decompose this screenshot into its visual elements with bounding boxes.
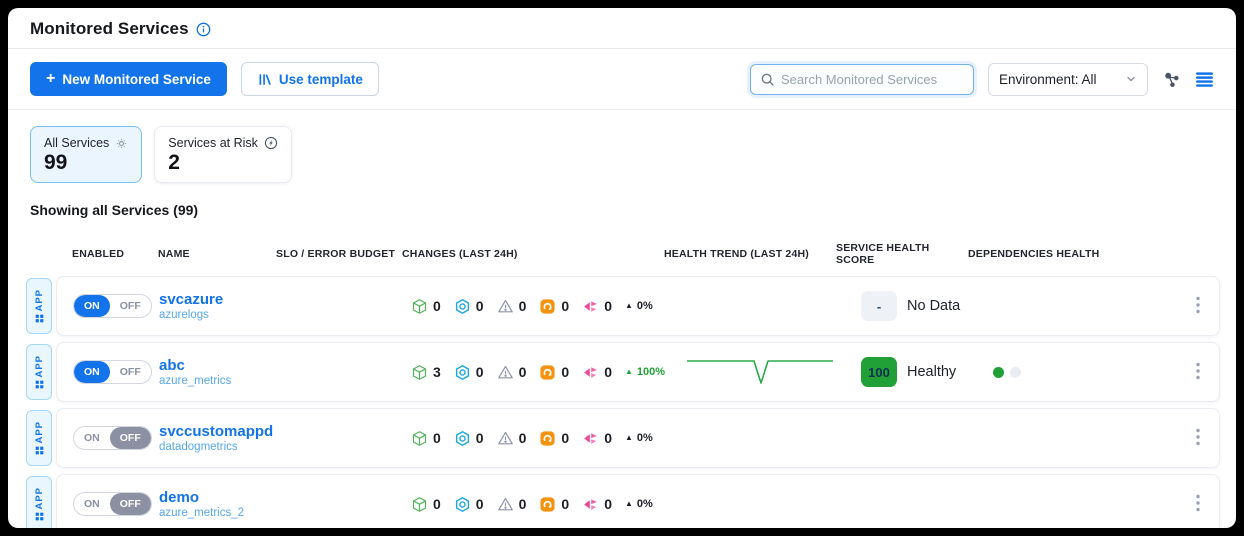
list-view-icon[interactable] <box>1195 71 1214 88</box>
table-row: APP ONOFF demoazure_metrics_2 0 0 0 0 0 … <box>26 474 1220 528</box>
health-trend-sparkline <box>685 353 835 387</box>
change-percentage: ▲0% <box>625 300 653 312</box>
incident-icon <box>582 430 599 447</box>
enabled-toggle[interactable]: ONOFF <box>73 492 152 516</box>
change-percentage: ▲0% <box>625 498 653 510</box>
alert-warning-icon <box>497 364 514 381</box>
use-template-button[interactable]: Use template <box>241 62 379 96</box>
health-score-label: No Data <box>907 298 960 314</box>
risk-bolt-icon <box>264 136 278 150</box>
service-integration: azure_metrics <box>159 375 277 387</box>
health-score-badge: 100 <box>861 357 897 387</box>
automation-icon <box>539 430 556 447</box>
chevron-down-icon <box>1125 73 1137 85</box>
template-icon <box>257 72 272 87</box>
new-monitored-service-button[interactable]: + New Monitored Service <box>30 62 227 96</box>
changes-cell: 0 0 0 0 0 ▲0% <box>403 496 665 513</box>
service-integration: azurelogs <box>159 309 277 321</box>
col-slo: SLO / ERROR BUDGET <box>276 248 402 260</box>
health-score-label: Healthy <box>907 364 956 380</box>
table-header: ENABLED NAME SLO / ERROR BUDGET CHANGES … <box>56 242 1220 266</box>
col-name: NAME <box>158 248 276 260</box>
service-name-link[interactable]: svccustomappd <box>159 423 277 440</box>
gear-icon <box>115 137 128 150</box>
row-menu-kebab-icon[interactable] <box>1191 358 1205 387</box>
dependency-healthy-dot <box>993 367 1004 378</box>
col-enabled: ENABLED <box>72 248 158 260</box>
app-tag: APP <box>26 344 52 400</box>
config-hexagon-icon <box>454 430 471 447</box>
changes-cell: 0 0 0 0 0 ▲0% <box>403 298 665 315</box>
plus-icon: + <box>46 71 55 87</box>
app-tag: APP <box>26 278 52 334</box>
deployment-cube-icon <box>411 430 428 447</box>
toolbar: + New Monitored Service Use template Env… <box>8 49 1236 110</box>
row-menu-kebab-icon[interactable] <box>1191 292 1205 321</box>
environment-select[interactable]: Environment: All <box>988 63 1148 96</box>
row-menu-kebab-icon[interactable] <box>1191 424 1205 453</box>
dependency-unknown-dot <box>1010 367 1021 378</box>
incident-icon <box>582 298 599 315</box>
col-dependencies: DEPENDENCIES HEALTH <box>968 248 1116 260</box>
col-changes: CHANGES (LAST 24H) <box>402 248 664 260</box>
config-hexagon-icon <box>454 298 471 315</box>
row-menu-kebab-icon[interactable] <box>1191 490 1205 519</box>
changes-cell: 0 0 0 0 0 ▲0% <box>403 430 665 447</box>
app-grid-icon <box>35 380 44 389</box>
dependencies-cell <box>969 367 1117 378</box>
automation-icon <box>539 298 556 315</box>
app-grid-icon <box>35 314 44 323</box>
deployment-cube-icon <box>411 496 428 513</box>
table-row: APP ONOFF svcazureazurelogs 0 0 0 0 0 ▲0… <box>26 276 1220 336</box>
service-integration: azure_metrics_2 <box>159 507 277 519</box>
alert-warning-icon <box>497 298 514 315</box>
service-name-link[interactable]: svcazure <box>159 291 277 308</box>
services-at-risk-count: 2 <box>168 151 278 175</box>
automation-icon <box>539 364 556 381</box>
health-score-cell: - No Data <box>837 291 969 321</box>
health-trend-cell <box>665 353 837 392</box>
service-name-link[interactable]: abc <box>159 357 277 374</box>
deployment-cube-icon <box>411 364 428 381</box>
table-row: APP ONOFF abcazure_metrics 3 0 0 0 0 ▲10… <box>26 342 1220 402</box>
config-hexagon-icon <box>454 496 471 513</box>
info-icon[interactable] <box>196 22 211 37</box>
topology-view-icon[interactable] <box>1162 70 1181 89</box>
change-percentage: ▲0% <box>625 432 653 444</box>
enabled-toggle[interactable]: ONOFF <box>73 294 152 318</box>
summary-cards: All Services 99 Services at Risk 2 <box>8 110 1236 183</box>
all-services-card[interactable]: All Services 99 <box>30 126 142 183</box>
search-icon <box>760 72 775 87</box>
enabled-toggle[interactable]: ONOFF <box>73 360 152 384</box>
page-title: Monitored Services <box>30 19 189 39</box>
table-row: APP ONOFF svccustomappddatadogmetrics 0 … <box>26 408 1220 468</box>
alert-warning-icon <box>497 430 514 447</box>
search-input[interactable] <box>781 72 964 87</box>
service-name-link[interactable]: demo <box>159 489 277 506</box>
services-at-risk-card[interactable]: Services at Risk 2 <box>154 126 292 183</box>
incident-icon <box>582 364 599 381</box>
incident-icon <box>582 496 599 513</box>
showing-summary: Showing all Services (99) <box>8 183 1236 218</box>
automation-icon <box>539 496 556 513</box>
service-integration: datadogmetrics <box>159 441 277 453</box>
change-percentage: ▲100% <box>625 366 665 378</box>
changes-cell: 3 0 0 0 0 ▲100% <box>403 364 665 381</box>
enabled-toggle[interactable]: ONOFF <box>73 426 152 450</box>
app-window: Monitored Services + New Monitored Servi… <box>8 8 1236 528</box>
config-hexagon-icon <box>454 364 471 381</box>
health-score-cell: 100 Healthy <box>837 357 969 387</box>
search-box <box>750 64 974 95</box>
app-grid-icon <box>35 512 44 521</box>
health-score-badge: - <box>861 291 897 321</box>
col-health-score: SERVICE HEALTH SCORE <box>836 242 968 266</box>
app-tag: APP <box>26 410 52 466</box>
page-header: Monitored Services <box>8 8 1236 49</box>
app-grid-icon <box>35 446 44 455</box>
col-health-trend: HEALTH TREND (LAST 24H) <box>664 248 836 260</box>
alert-warning-icon <box>497 496 514 513</box>
all-services-count: 99 <box>44 151 128 175</box>
deployment-cube-icon <box>411 298 428 315</box>
app-tag: APP <box>26 476 52 528</box>
